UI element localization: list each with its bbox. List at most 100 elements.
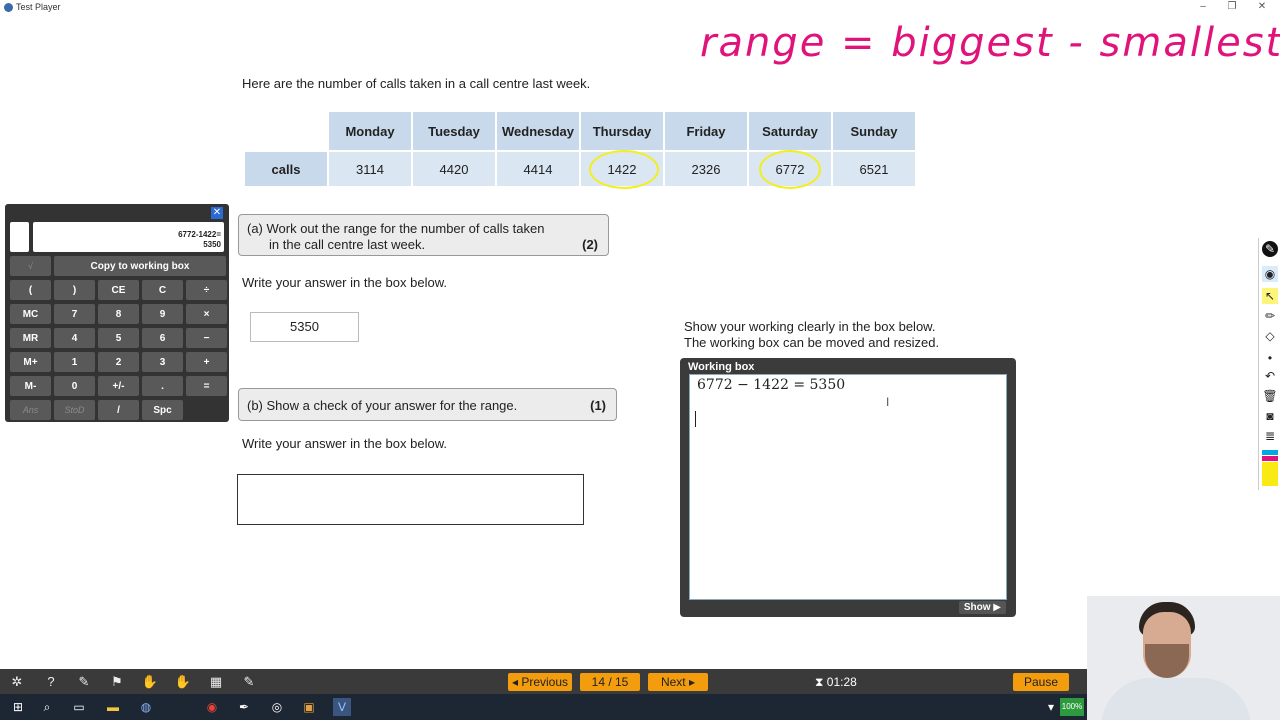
calculator-close-icon[interactable]: ✕	[211, 207, 223, 219]
calc-key[interactable]: CE	[98, 280, 139, 300]
help-icon[interactable]: ?	[42, 673, 60, 691]
eraser-icon[interactable]: ◇	[1262, 328, 1278, 344]
copy-to-working-box-button[interactable]: Copy to working box	[54, 256, 226, 276]
next-button[interactable]: Next ▸	[648, 673, 708, 691]
close-window-icon[interactable]: ✕	[1255, 1, 1269, 12]
answer-a-input[interactable]: 5350	[250, 312, 359, 342]
calc-key[interactable]: 8	[98, 304, 139, 324]
app-icon	[4, 3, 13, 12]
calculator-icon[interactable]: ▦	[207, 673, 225, 691]
undo-icon[interactable]: ↶	[1262, 368, 1278, 384]
sqrt-key[interactable]: √	[10, 256, 51, 276]
calc-key[interactable]: 1	[54, 352, 95, 372]
color-swatch-cyan[interactable]	[1262, 450, 1278, 455]
calc-key[interactable]: +	[186, 352, 227, 372]
calc-key[interactable]: 0	[54, 376, 95, 396]
calc-key[interactable]: /	[98, 400, 139, 420]
calc-key[interactable]: C	[142, 280, 183, 300]
window-title: Test Player	[16, 2, 61, 12]
calc-key[interactable]: 4	[54, 328, 95, 348]
annotation-toolbar: ✎ ◉ ↖ ✏ ◇ • ↶ 🗑 ◙ ≣	[1258, 238, 1280, 490]
calc-key[interactable]: (	[10, 280, 51, 300]
notepad-icon[interactable]: ✎	[75, 673, 93, 691]
calc-key[interactable]: 7	[54, 304, 95, 324]
pen-app-icon[interactable]: ✒	[235, 698, 253, 716]
working-box-editor[interactable]: 6772 − 1422 = 5350 I	[689, 374, 1007, 600]
table-header: Saturday	[749, 112, 831, 150]
pointer-icon[interactable]: ↖	[1262, 288, 1278, 304]
calc-key[interactable]: Ans	[10, 400, 51, 420]
calc-key[interactable]: −	[186, 328, 227, 348]
tray-icon[interactable]: ▾	[1042, 698, 1060, 716]
calc-key[interactable]: 6	[142, 328, 183, 348]
eye-icon[interactable]: ◉	[1262, 266, 1278, 282]
calculator-panel[interactable]: ✕ 6772-1422= 5350 √ Copy to working box …	[5, 204, 229, 422]
part-b-instruction: Write your answer in the box below.	[242, 436, 447, 451]
search-icon[interactable]: ⌕	[38, 698, 56, 716]
chrome-icon[interactable]: ◉	[203, 698, 221, 716]
glove-icon[interactable]: ✋	[174, 673, 192, 691]
display-result: 5350	[203, 240, 221, 249]
question-part-a: (a) Work out the range for the number of…	[238, 214, 609, 256]
working-equation[interactable]: 6772 − 1422 = 5350	[697, 377, 845, 393]
restore-icon[interactable]: ❐	[1225, 1, 1239, 12]
calc-key[interactable]: )	[54, 280, 95, 300]
calc-key[interactable]: M-	[10, 376, 51, 396]
table-header: Wednesday	[497, 112, 579, 150]
dot-icon[interactable]: •	[1262, 350, 1278, 366]
calc-key[interactable]: 9	[142, 304, 183, 324]
page-icon[interactable]: ≣	[1262, 428, 1278, 444]
calculator-memory-indicator	[10, 222, 29, 252]
previous-label: Previous	[521, 675, 569, 689]
hand-icon[interactable]: ✋	[141, 673, 159, 691]
answer-b-input[interactable]	[237, 474, 584, 525]
display-expression: 6772-1422=	[178, 230, 221, 239]
ruler-icon[interactable]: ✎	[240, 673, 258, 691]
calc-key[interactable]: ×	[186, 304, 227, 324]
calc-key[interactable]: MC	[10, 304, 51, 324]
working-box-title[interactable]: Working box	[688, 361, 754, 373]
accessibility-icon[interactable]: ✲	[8, 673, 26, 691]
text-cursor	[695, 411, 696, 427]
color-swatch-magenta[interactable]	[1262, 456, 1278, 461]
row-label: calls	[245, 150, 327, 186]
trash-icon[interactable]: 🗑	[1262, 388, 1278, 404]
webcam-feed	[1087, 596, 1280, 720]
webcam-person-body	[1101, 678, 1251, 720]
calc-key[interactable]: StoD	[54, 400, 95, 420]
show-button[interactable]: Show ▶	[958, 601, 1006, 614]
pen-tool-icon[interactable]: ✎	[1262, 241, 1278, 257]
calc-key[interactable]: M+	[10, 352, 51, 372]
part-a-label-line2: in the call centre last week.	[269, 237, 426, 252]
camera-icon[interactable]: ◙	[1262, 408, 1278, 424]
calc-key[interactable]: =	[186, 376, 227, 396]
calc-key[interactable]: 2	[98, 352, 139, 372]
minimize-icon[interactable]: –	[1196, 1, 1210, 12]
table-header: Sunday	[833, 112, 915, 150]
calc-key[interactable]: 3	[142, 352, 183, 372]
working-box[interactable]: Working box 6772 − 1422 = 5350 I Show ▶	[680, 358, 1016, 617]
flag-icon[interactable]: ⚑	[108, 673, 126, 691]
calc-key[interactable]: .	[142, 376, 183, 396]
calc-key[interactable]: 5	[98, 328, 139, 348]
file-explorer-icon[interactable]: ▬	[104, 698, 122, 716]
page-indicator[interactable]: 14 / 15	[580, 673, 640, 691]
app-icon-circle[interactable]: ◎	[268, 698, 286, 716]
calc-key[interactable]: Spc	[142, 400, 183, 420]
table-cell: 1422	[581, 150, 663, 186]
pencil-icon[interactable]: ✏	[1262, 308, 1278, 324]
winrar-icon[interactable]: ▣	[300, 698, 318, 716]
table-row: calls 3114 4420 4414 1422 2326 6772 6521	[245, 150, 915, 186]
windows-start-icon[interactable]: ⊞	[9, 698, 27, 716]
steam-icon[interactable]: ◍	[137, 698, 155, 716]
pause-button[interactable]: Pause	[1013, 673, 1069, 691]
color-swatch-yellow[interactable]	[1262, 462, 1278, 486]
test-player-taskbar-icon[interactable]: V	[333, 698, 351, 716]
timer-value: 01:28	[826, 675, 857, 689]
calc-key[interactable]: +/-	[98, 376, 139, 396]
calc-key[interactable]: ÷	[186, 280, 227, 300]
calc-key[interactable]: MR	[10, 328, 51, 348]
show-label: Show	[963, 602, 991, 613]
task-view-icon[interactable]: ▭	[70, 698, 88, 716]
previous-button[interactable]: ◂ Previous	[508, 673, 572, 691]
